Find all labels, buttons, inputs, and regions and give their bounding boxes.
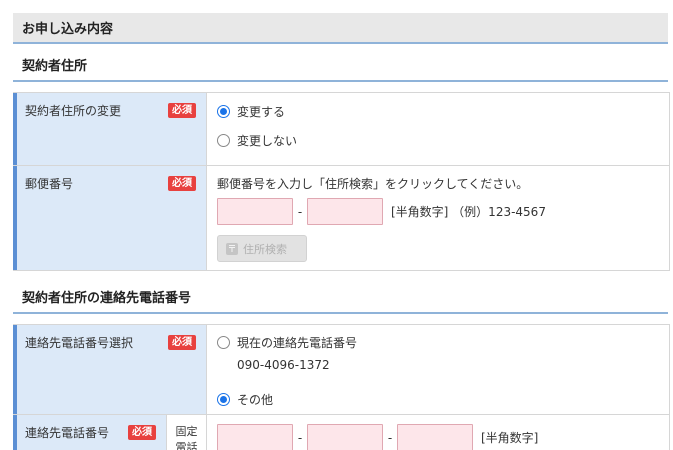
section-title: お申し込み内容 [13,13,668,44]
phone-select-row: 連絡先電話番号選択 必須 現在の連絡先電話番号 090-4096-1372 その… [13,325,669,415]
required-badge: 必須 [168,176,196,191]
address-change-label: 契約者住所の変更 [25,104,122,118]
postal-inputs: - [半角数字] （例）123-4567 [217,198,659,225]
phone-form-table: 連絡先電話番号選択 必須 現在の連絡先電話番号 090-4096-1372 その… [13,324,670,450]
phone-third-input[interactable] [397,424,473,450]
radio-checked-icon[interactable] [217,104,230,118]
phone-number-label: 連絡先電話番号 [25,426,110,440]
dash-separator: - [297,204,303,219]
dash-separator: - [387,430,393,445]
radio-no-change-label: 変更しない [237,133,298,148]
radio-current-phone[interactable]: 現在の連絡先電話番号 [217,332,659,352]
postal-mark-icon: 〒 [226,242,238,255]
postal-code-first-input[interactable] [217,198,293,225]
radio-no-change[interactable]: 変更しない [217,130,659,150]
required-badge: 必須 [168,335,196,350]
postal-code-label-cell: 郵便番号 必須 [13,166,207,270]
phone-number-inputs: - - [半角数字] [207,415,669,450]
address-search-label: 住所検索 [243,242,287,256]
radio-unchecked-icon[interactable] [217,335,230,349]
address-form-table: 契約者住所の変更 必須 変更する 変更しない 郵便番号 必須 郵便番号を入力し「… [13,92,670,271]
landline-label: 固定電話 [167,415,207,450]
radio-other-phone[interactable]: その他 [217,389,659,409]
address-search-button[interactable]: 〒 住所検索 [217,235,307,262]
dash-separator: - [297,430,303,445]
address-change-row: 契約者住所の変更 必須 変更する 変更しない [13,93,669,166]
radio-checked-icon[interactable] [217,392,230,406]
phone-number-row: 連絡先電話番号 必須 固定電話 - - [半角数字] [13,415,669,450]
phone-hint: [半角数字] [481,431,539,445]
postal-hint: [半角数字] （例）123-4567 [391,205,546,219]
phone-select-options: 現在の連絡先電話番号 090-4096-1372 その他 [207,325,669,414]
required-badge: 必須 [168,103,196,118]
current-phone-number: 090-4096-1372 [237,358,330,372]
required-badge: 必須 [128,425,156,440]
radio-change[interactable]: 変更する [217,101,659,121]
phone-first-input[interactable] [217,424,293,450]
other-phone-label: その他 [237,392,274,407]
current-phone-label: 現在の連絡先電話番号 [237,335,358,350]
postal-code-row: 郵便番号 必須 郵便番号を入力し「住所検索」をクリックしてください。 - [半角数… [13,166,669,270]
phone-select-label-cell: 連絡先電話番号選択 必須 [13,325,207,414]
address-change-label-cell: 契約者住所の変更 必須 [13,93,207,165]
phone-second-input[interactable] [307,424,383,450]
phone-select-label: 連絡先電話番号選択 [25,336,134,350]
phone-heading: 契約者住所の連絡先電話番号 [13,288,668,314]
postal-code-value-cell: 郵便番号を入力し「住所検索」をクリックしてください。 - [半角数字] （例）12… [207,166,669,270]
address-change-options: 変更する 変更しない [207,93,669,165]
radio-change-label: 変更する [237,104,286,119]
postal-code-label: 郵便番号 [25,177,74,191]
address-heading: 契約者住所 [13,56,668,82]
postal-instruction: 郵便番号を入力し「住所検索」をクリックしてください。 [217,177,529,191]
postal-code-second-input[interactable] [307,198,383,225]
radio-unchecked-icon[interactable] [217,133,230,147]
phone-number-label-cell: 連絡先電話番号 必須 [13,415,167,450]
